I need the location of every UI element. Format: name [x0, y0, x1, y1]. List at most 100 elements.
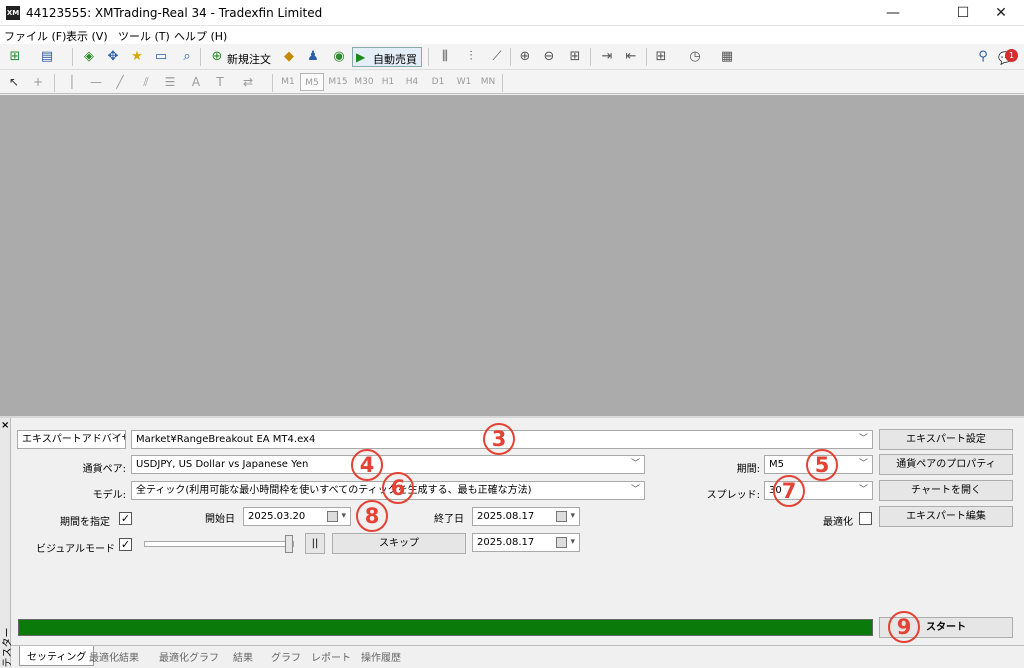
equidistant-channel-icon[interactable]: ⫽: [138, 73, 154, 91]
text-label-icon[interactable]: T: [212, 73, 228, 91]
mode-select[interactable]: エキスパートアドバイザ ﹀: [17, 430, 126, 449]
templates-icon[interactable]: ▦: [718, 48, 736, 66]
market-watch-icon[interactable]: ◈: [80, 48, 98, 66]
toolbar-separator: [428, 48, 429, 66]
menu-help[interactable]: ヘルプ (H): [174, 28, 227, 44]
timeframe-h4[interactable]: H4: [400, 73, 424, 91]
auto-scroll-icon[interactable]: ⇥: [598, 48, 616, 66]
tester-icon[interactable]: ⌕: [178, 48, 196, 66]
new-order-icon[interactable]: ⊕: [208, 48, 226, 66]
visual-mode-checkbox[interactable]: ✓: [119, 538, 132, 551]
timeframe-m15[interactable]: M15: [326, 73, 350, 91]
timeframe-m5[interactable]: M5: [300, 73, 324, 91]
vertical-line-icon[interactable]: │: [64, 73, 80, 91]
speed-slider-thumb[interactable]: [285, 535, 293, 553]
close-button[interactable]: ✕: [978, 0, 1024, 26]
new-chart-icon[interactable]: ⊞: [6, 48, 24, 66]
toolbar-separator: [200, 48, 201, 66]
minimize-button[interactable]: —: [870, 0, 916, 26]
terminal-icon[interactable]: ▭: [152, 48, 170, 66]
auto-trading-label: 自動売買: [373, 53, 417, 66]
tab-graph[interactable]: グラフ: [271, 649, 301, 664]
zoom-out-icon[interactable]: ⊖: [540, 48, 558, 66]
tab-report[interactable]: レポート: [311, 649, 351, 664]
chevron-down-icon: ▾: [341, 511, 346, 521]
trendline-icon[interactable]: ╱: [112, 73, 128, 91]
auto-trading-icon: ▶: [356, 50, 366, 64]
use-date-checkbox[interactable]: ✓: [119, 512, 132, 525]
zoom-in-icon[interactable]: ⊕: [516, 48, 534, 66]
symbol-select[interactable]: USDJPY, US Dollar vs Japanese Yen ﹀: [131, 455, 645, 474]
timeframe-h1[interactable]: H1: [376, 73, 400, 91]
annotation-5: 5: [806, 449, 838, 481]
profiles-icon[interactable]: ▤: [38, 48, 56, 66]
end-date-input[interactable]: 2025.08.17 ▾: [472, 507, 580, 526]
timeframe-d1[interactable]: D1: [426, 73, 450, 91]
timeframe-mn[interactable]: MN: [476, 73, 500, 91]
chevron-down-icon: ﹀: [858, 485, 868, 495]
check-icon: ✓: [120, 538, 131, 551]
open-chart-button[interactable]: チャートを開く: [879, 480, 1013, 501]
visual-mode-label: ビジュアルモード: [36, 544, 115, 555]
signals-icon[interactable]: ♟: [304, 48, 322, 66]
menu-view[interactable]: 表示 (V): [66, 28, 108, 44]
tab-optimization-results[interactable]: 最適化結果: [89, 649, 139, 664]
app-logo: XM: [6, 6, 20, 20]
chevron-down-icon: ﹀: [858, 459, 868, 469]
tab-optimization-graph[interactable]: 最適化グラフ: [159, 649, 219, 664]
meta-editor-icon[interactable]: ◆: [280, 48, 298, 66]
toolbar-separator: [272, 74, 273, 92]
crosshair-move-icon[interactable]: ✥: [104, 48, 122, 66]
arrows-icon[interactable]: ⇄: [240, 73, 256, 91]
use-date-label: 期間を指定: [60, 517, 110, 528]
auto-trading-button[interactable]: ▶ 自動売買: [352, 47, 422, 67]
crosshair-icon[interactable]: +: [30, 73, 46, 91]
tab-settings[interactable]: セッティング: [19, 646, 95, 666]
timeframe-w1[interactable]: W1: [452, 73, 476, 91]
skip-button[interactable]: スキップ: [332, 533, 466, 554]
skip-date-value: 2025.08.17: [477, 537, 535, 548]
title-bar: XM 44123555: XMTrading-Real 34 - Tradexf…: [0, 0, 1024, 26]
candlestick-icon[interactable]: ⫶: [462, 48, 480, 66]
line-chart-icon[interactable]: ⟋: [488, 48, 506, 66]
text-icon[interactable]: A: [188, 73, 204, 91]
navigator-icon[interactable]: ★: [128, 48, 146, 66]
tester-close-icon[interactable]: ×: [1, 420, 9, 431]
chevron-down-icon: ﹀: [111, 434, 121, 444]
optimize-checkbox[interactable]: [859, 512, 872, 525]
drawing-toolbar: ↖ + │ — ╱ ⫽ ☰ A T ⇄ M1 M5 M15 M30 H1 H4 …: [0, 70, 1024, 94]
bar-chart-icon[interactable]: ⫼: [436, 48, 454, 66]
skip-date-input[interactable]: 2025.08.17 ▾: [472, 533, 580, 552]
toolbar-separator: [590, 48, 591, 66]
search-icon[interactable]: ⚲: [974, 48, 992, 66]
periods-icon[interactable]: ◷: [686, 48, 704, 66]
chart-shift-icon[interactable]: ⇤: [622, 48, 640, 66]
indicators-icon[interactable]: ⊞: [652, 48, 670, 66]
expert-settings-button[interactable]: エキスパート設定: [879, 429, 1013, 450]
timeframe-m30[interactable]: M30: [352, 73, 376, 91]
annotation-8: 8: [356, 500, 388, 532]
notifications-button[interactable]: 💬 1: [998, 49, 1018, 67]
start-date-input[interactable]: 2025.03.20 ▾: [243, 507, 351, 526]
tab-journal[interactable]: 操作履歴: [361, 649, 401, 664]
new-order-button[interactable]: 新規注文: [227, 51, 271, 67]
tile-windows-icon[interactable]: ⊞: [566, 48, 584, 66]
cursor-icon[interactable]: ↖: [6, 73, 22, 91]
chevron-down-icon: ﹀: [630, 485, 640, 495]
calendar-icon: [556, 537, 567, 548]
speed-slider-track[interactable]: [144, 541, 294, 547]
menu-tools[interactable]: ツール (T): [118, 28, 170, 44]
fibonacci-icon[interactable]: ☰: [162, 73, 178, 91]
toolbar-separator: [502, 74, 503, 92]
broadcast-icon[interactable]: ◉: [330, 48, 348, 66]
pause-button[interactable]: ||: [305, 533, 325, 554]
tab-results[interactable]: 結果: [233, 649, 253, 664]
model-value: 全ティック(利用可能な最小時間枠を使いすべてのティックを生成する、最も正確な方法…: [136, 485, 532, 496]
horizontal-line-icon[interactable]: —: [88, 73, 104, 91]
symbol-properties-button[interactable]: 通貨ペアのプロパティ: [879, 454, 1013, 475]
timeframe-m1[interactable]: M1: [276, 73, 300, 91]
menu-file[interactable]: ファイル (F): [4, 28, 66, 44]
period-value: M5: [769, 459, 784, 470]
annotation-4: 4: [351, 449, 383, 481]
edit-expert-button[interactable]: エキスパート編集: [879, 506, 1013, 527]
